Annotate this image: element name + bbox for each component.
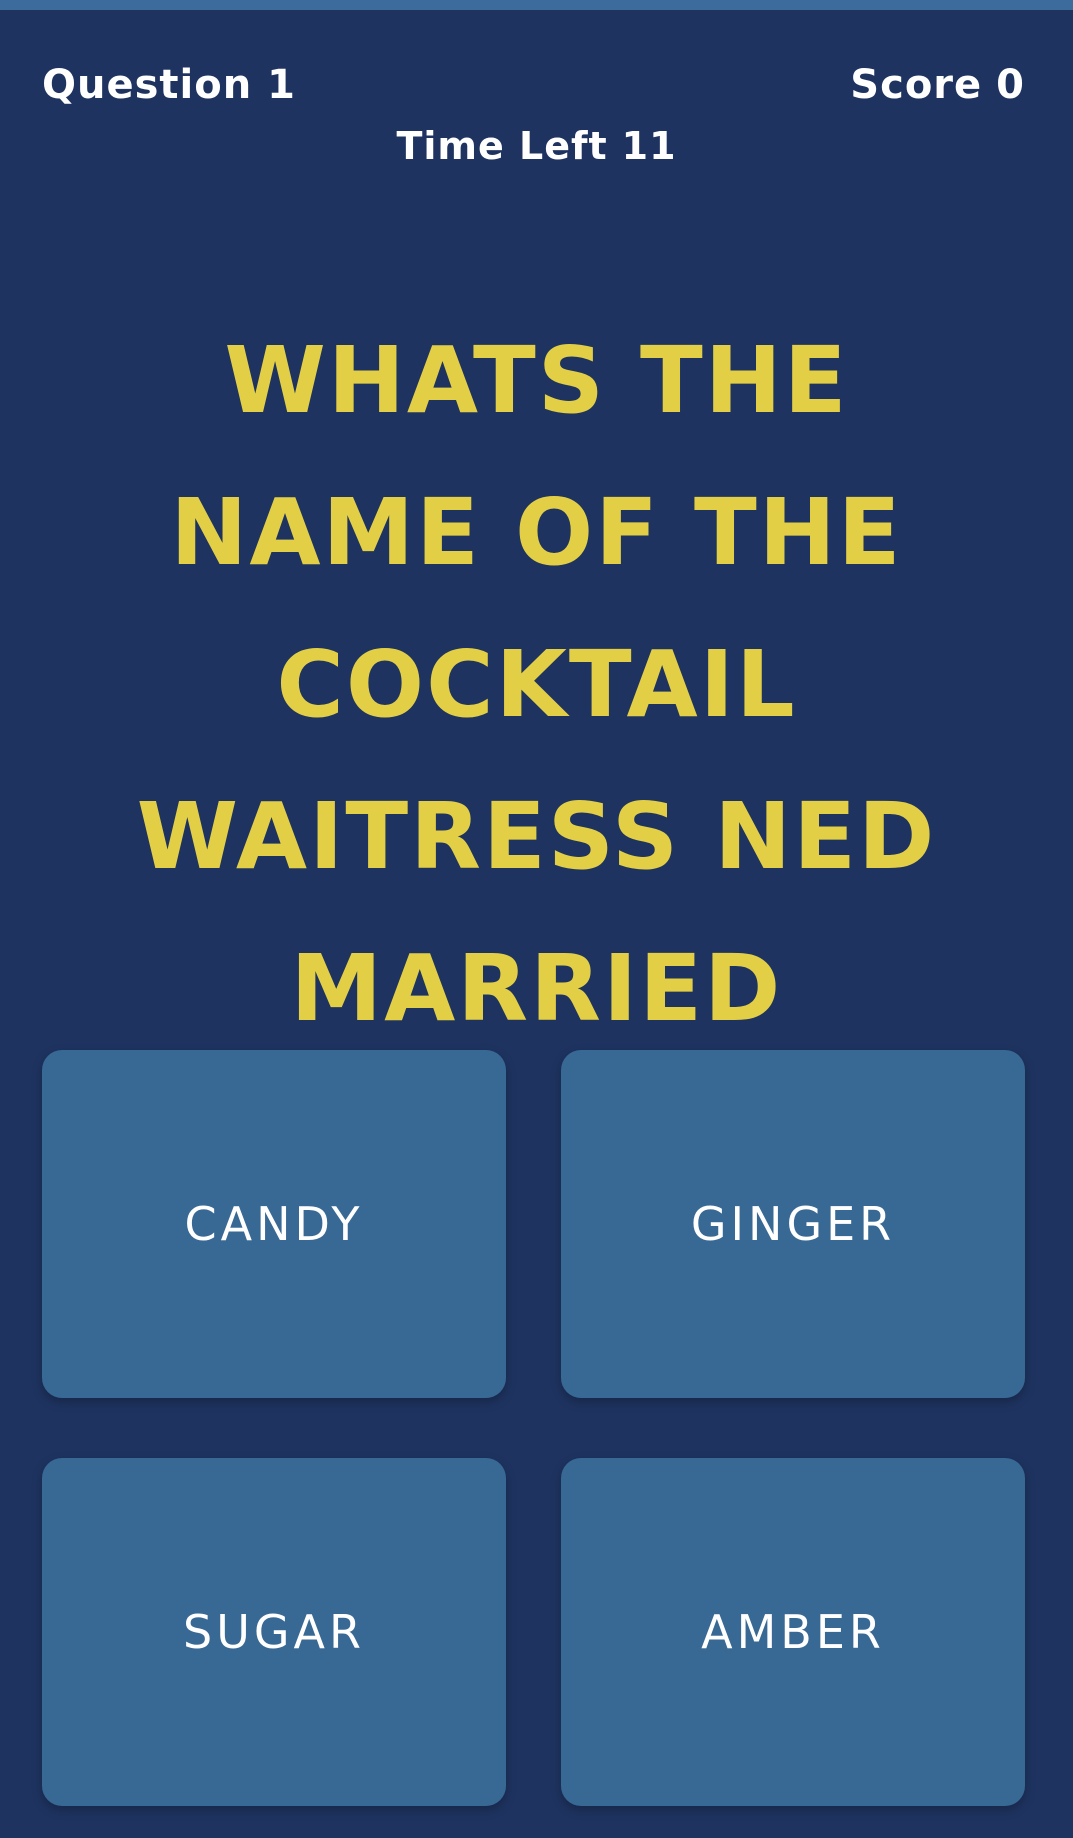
answer-label: AMBER xyxy=(701,1605,885,1659)
score-display: Score 0 xyxy=(850,62,1025,108)
answer-label: CANDY xyxy=(184,1197,364,1251)
answer-button-2[interactable]: GINGER xyxy=(561,1050,1025,1398)
answer-button-3[interactable]: SUGAR xyxy=(42,1458,506,1806)
time-left-label: Time Left xyxy=(396,124,608,168)
answer-button-1[interactable]: CANDY xyxy=(42,1050,506,1398)
time-left-value: 11 xyxy=(621,124,677,168)
answer-label: GINGER xyxy=(690,1197,896,1251)
score-value: 0 xyxy=(996,62,1025,108)
timer-display: Time Left 11 xyxy=(0,124,1073,168)
score-label: Score xyxy=(850,62,983,108)
answer-button-4[interactable]: AMBER xyxy=(561,1458,1025,1806)
question-number: Question 1 xyxy=(42,62,296,108)
question-text: Whats the name of the cocktail waitress … xyxy=(136,327,937,1042)
answer-label: SUGAR xyxy=(183,1605,365,1659)
top-accent-bar xyxy=(0,0,1073,10)
